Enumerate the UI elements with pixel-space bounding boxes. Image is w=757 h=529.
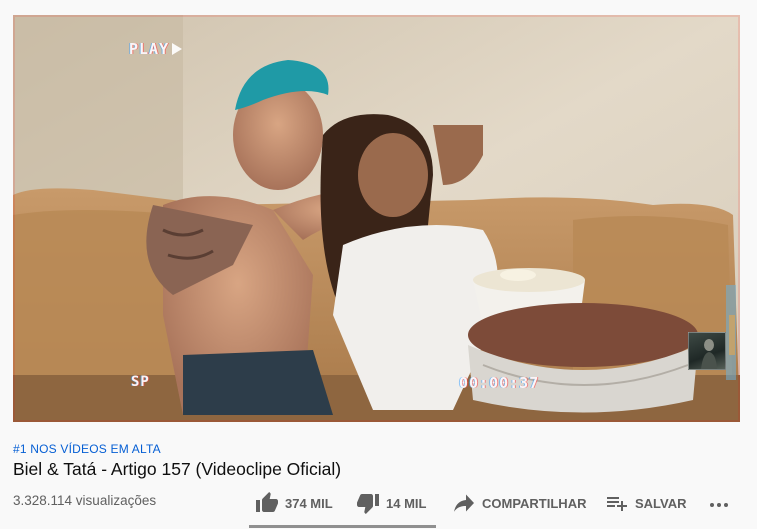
thumbs-down-icon xyxy=(357,494,379,514)
more-actions-button[interactable] xyxy=(707,490,731,516)
like-button[interactable]: 374 MIL xyxy=(255,490,333,516)
save-button[interactable]: SALVAR xyxy=(605,490,687,516)
watermark-figure-icon xyxy=(701,339,717,369)
view-count: 3.328.114 visualizações xyxy=(13,493,157,508)
play-triangle-icon xyxy=(172,43,183,55)
dislike-button[interactable]: 14 MIL xyxy=(356,490,426,516)
save-label: SALVAR xyxy=(635,495,687,511)
dislike-count: 14 MIL xyxy=(386,495,427,511)
video-frame xyxy=(13,15,740,422)
vhs-timecode-overlay: 00:00:37 xyxy=(459,374,540,392)
video-title: Biel & Tatá - Artigo 157 (Videoclipe Ofi… xyxy=(13,459,342,479)
share-arrow-icon xyxy=(454,494,474,512)
trending-badge-link[interactable]: #1 NOS VÍDEOS EM ALTA xyxy=(13,442,161,456)
more-horizontal-icon xyxy=(710,503,728,507)
share-label: COMPARTILHAR xyxy=(482,495,587,511)
vhs-play-label: PLAY xyxy=(129,40,170,58)
share-button[interactable]: COMPARTILHAR xyxy=(452,490,586,516)
like-count: 374 MIL xyxy=(285,495,333,511)
channel-watermark-thumbnail[interactable] xyxy=(688,332,726,370)
video-player[interactable]: PLAY SP 00:00:37 xyxy=(13,15,740,422)
watch-page: PLAY SP 00:00:37 #1 NOS VÍDEOS EM ALTA B… xyxy=(0,0,757,529)
vhs-play-overlay: PLAY xyxy=(129,40,183,58)
like-dislike-sentiment-bar xyxy=(249,525,436,528)
vhs-sp-overlay: SP xyxy=(131,374,150,390)
thumbs-up-icon xyxy=(256,492,278,512)
playlist-add-icon xyxy=(607,497,627,511)
